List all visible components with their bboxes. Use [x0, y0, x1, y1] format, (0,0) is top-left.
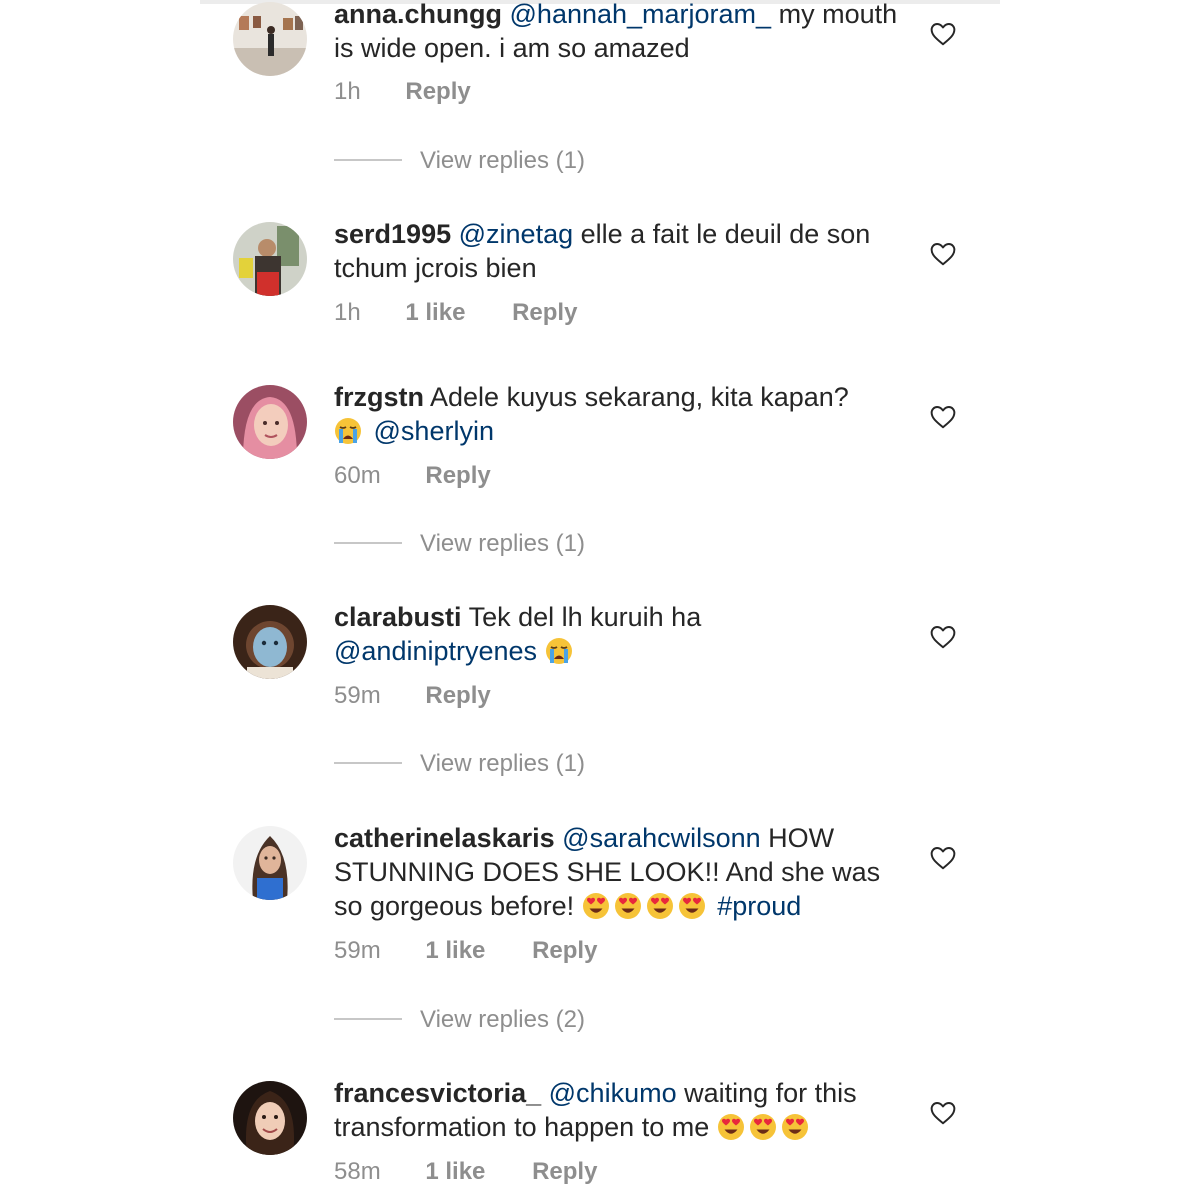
comment-text: anna.chungg @hannah_marjoram_ my mouth i…	[334, 0, 904, 65]
reply-button[interactable]: Reply	[532, 937, 597, 965]
heart-eyes-icon	[678, 892, 706, 920]
reply-button[interactable]: Reply	[532, 1158, 597, 1186]
comment-text: clarabusti Tek del lh kuruih ha @andinip…	[334, 600, 904, 668]
comment-username[interactable]: catherinelaskaris	[334, 823, 555, 853]
comment-meta: 59m Reply	[334, 682, 491, 710]
heart-outline-icon[interactable]	[930, 1101, 956, 1125]
avatar[interactable]	[233, 222, 307, 296]
heart-outline-icon[interactable]	[930, 242, 956, 266]
comment-time[interactable]: 58m	[334, 1158, 381, 1186]
view-replies-button[interactable]: View replies (1)	[334, 147, 585, 175]
view-replies-label: View replies (1)	[420, 750, 585, 777]
comment-time[interactable]: 59m	[334, 937, 381, 965]
view-replies-button[interactable]: View replies (1)	[334, 530, 585, 558]
divider-line	[334, 541, 402, 544]
comment-username[interactable]: serd1995	[334, 219, 451, 249]
avatar[interactable]	[233, 1081, 307, 1155]
view-replies-label: View replies (1)	[420, 530, 585, 557]
avatar[interactable]	[233, 2, 307, 76]
heart-eyes-icon	[646, 892, 674, 920]
likes-count[interactable]: 1 like	[425, 937, 485, 965]
comment-mention[interactable]: @sherlyin	[374, 416, 494, 446]
comment-body: Tek del lh kuruih ha	[468, 602, 702, 632]
likes-count[interactable]: 1 like	[425, 1158, 485, 1186]
comment-text: francesvictoria_ @chikumo waiting for th…	[334, 1076, 904, 1144]
comment-mention[interactable]: @sarahcwilsonn	[562, 823, 761, 853]
comment-meta: 60m Reply	[334, 462, 491, 490]
reply-button[interactable]: Reply	[425, 462, 490, 490]
divider-line	[334, 761, 402, 764]
comment-time[interactable]: 59m	[334, 682, 381, 710]
heart-eyes-icon	[582, 892, 610, 920]
comment-text: frzgstn Adele kuyus sekarang, kita kapan…	[334, 380, 904, 448]
comment-hashtag[interactable]: #proud	[717, 891, 801, 921]
comment-body: Adele kuyus sekarang, kita kapan?	[430, 382, 849, 412]
comment-time[interactable]: 1h	[334, 78, 361, 106]
comment-meta: 1h 1 like Reply	[334, 299, 577, 327]
view-replies-button[interactable]: View replies (2)	[334, 1006, 585, 1034]
comment-mention[interactable]: @hannah_marjoram_	[510, 0, 772, 29]
heart-outline-icon[interactable]	[930, 22, 956, 46]
comment-time[interactable]: 60m	[334, 462, 381, 490]
heart-outline-icon[interactable]	[930, 846, 956, 870]
comment-mention[interactable]: @chikumo	[549, 1078, 677, 1108]
view-replies-label: View replies (2)	[420, 1006, 585, 1033]
heart-eyes-icon	[614, 892, 642, 920]
comment-time[interactable]: 1h	[334, 299, 361, 327]
heart-eyes-icon	[781, 1113, 809, 1141]
reply-button[interactable]: Reply	[405, 78, 470, 106]
comment-meta: 59m 1 like Reply	[334, 937, 597, 965]
heart-outline-icon[interactable]	[930, 625, 956, 649]
view-replies-label: View replies (1)	[420, 147, 585, 174]
avatar[interactable]	[233, 826, 307, 900]
comment-text: serd1995 @zinetag elle a fait le deuil d…	[334, 217, 904, 285]
likes-count[interactable]: 1 like	[405, 299, 465, 327]
crying-face-icon	[545, 637, 573, 665]
divider-line	[334, 1017, 402, 1020]
view-replies-button[interactable]: View replies (1)	[334, 750, 585, 778]
heart-outline-icon[interactable]	[930, 405, 956, 429]
reply-button[interactable]: Reply	[512, 299, 577, 327]
heart-eyes-icon	[749, 1113, 777, 1141]
comment-meta: 1h Reply	[334, 78, 471, 106]
heart-eyes-icon	[717, 1113, 745, 1141]
divider-line	[334, 158, 402, 161]
comment-text: catherinelaskaris @sarahcwilsonn HOW STU…	[334, 821, 904, 923]
comment-mention[interactable]: @zinetag	[459, 219, 573, 249]
crying-face-icon	[334, 417, 362, 445]
comment-meta: 58m 1 like Reply	[334, 1158, 597, 1186]
comment-username[interactable]: frzgstn	[334, 382, 424, 412]
comment-mention[interactable]: @andiniptryenes	[334, 636, 537, 666]
avatar[interactable]	[233, 605, 307, 679]
comment-username[interactable]: anna.chungg	[334, 0, 502, 29]
reply-button[interactable]: Reply	[425, 682, 490, 710]
avatar[interactable]	[233, 385, 307, 459]
comment-username[interactable]: clarabusti	[334, 602, 462, 632]
comment-username[interactable]: francesvictoria_	[334, 1078, 541, 1108]
